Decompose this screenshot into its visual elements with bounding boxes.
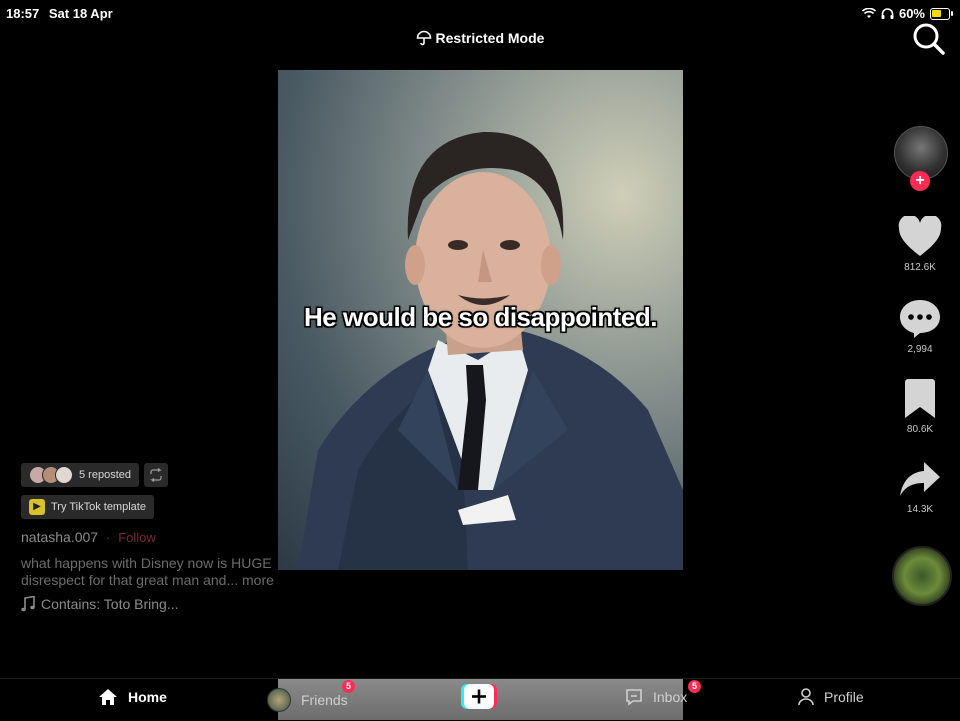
search-icon [913, 23, 945, 55]
nav-inbox[interactable]: Inbox [625, 688, 687, 706]
username-link[interactable]: natasha.007 [21, 529, 98, 545]
save-button[interactable]: 80.6K [890, 378, 950, 435]
share-arrow-icon [900, 462, 940, 496]
video-caption: He would be so disappointed. [304, 302, 657, 332]
bookmark-icon [905, 379, 935, 418]
restricted-mode-indicator[interactable]: Restricted Mode [0, 30, 960, 46]
create-button[interactable] [461, 684, 497, 709]
battery-percent: 60% [898, 6, 925, 21]
music-note-icon [21, 596, 35, 612]
share-count: 14.3K [906, 504, 934, 515]
headphones-icon [881, 7, 894, 19]
nav-friends-label: Friends [301, 692, 348, 708]
friends-avatar [267, 688, 291, 712]
nav-profile[interactable]: Profile [798, 688, 864, 706]
try-template-label: Try TikTok template [51, 501, 146, 513]
nav-home[interactable]: Home [98, 688, 167, 706]
nav-profile-label: Profile [824, 689, 864, 705]
inbox-icon [626, 689, 642, 706]
music-disc[interactable] [892, 546, 952, 606]
repost-button[interactable] [144, 463, 168, 487]
post-description[interactable]: what happens with Disney now is HUGE dis… [21, 555, 321, 589]
sound-label: Contains: Toto Bring... [41, 596, 179, 612]
nav-home-label: Home [128, 689, 167, 705]
status-bar-indicators: 60% [861, 6, 953, 21]
comment-button[interactable]: 2,994 [890, 298, 950, 355]
description-line-2: disrespect for that great man and... mor… [21, 572, 274, 588]
post-author: natasha.007 · Follow [21, 529, 156, 545]
nav-friends[interactable]: Friends [267, 688, 348, 712]
template-icon: ▶ [29, 499, 45, 515]
restricted-mode-label: Restricted Mode [435, 30, 545, 46]
follow-plus-button[interactable]: + [910, 171, 930, 191]
follow-link[interactable]: Follow [118, 530, 156, 545]
home-icon [99, 689, 117, 705]
search-button[interactable] [912, 22, 946, 56]
try-template-button[interactable]: ▶ Try TikTok template [21, 495, 154, 519]
sound-link[interactable]: Contains: Toto Bring... [21, 596, 178, 612]
like-count: 812.6K [904, 262, 936, 273]
wifi-icon [861, 8, 876, 18]
heart-icon [898, 216, 942, 256]
share-button[interactable]: 14.3K [890, 460, 950, 515]
reposted-label: 5 reposted [79, 469, 131, 481]
repost-avatars [29, 466, 73, 484]
description-line-1: what happens with Disney now is HUGE [21, 555, 272, 571]
battery-icon [930, 7, 953, 20]
save-count: 80.6K [906, 424, 934, 435]
profile-icon [798, 688, 814, 706]
umbrella-icon [416, 30, 431, 46]
nav-inbox-label: Inbox [653, 689, 688, 705]
status-time: 18:57 [6, 6, 40, 21]
inbox-badge: 5 [688, 680, 701, 693]
reposted-chip[interactable]: 5 reposted [21, 463, 139, 487]
plus-icon [461, 684, 497, 709]
like-button[interactable]: 812.6K [890, 216, 950, 273]
follow-separator: · [105, 530, 111, 545]
comment-count: 2,994 [907, 344, 933, 355]
status-bar-datetime: 18:57 Sat 18 Apr [6, 6, 119, 21]
repost-icon [150, 468, 162, 482]
comment-icon [900, 300, 940, 338]
friends-badge: 5 [342, 680, 355, 693]
status-date: Sat 18 Apr [48, 6, 113, 21]
